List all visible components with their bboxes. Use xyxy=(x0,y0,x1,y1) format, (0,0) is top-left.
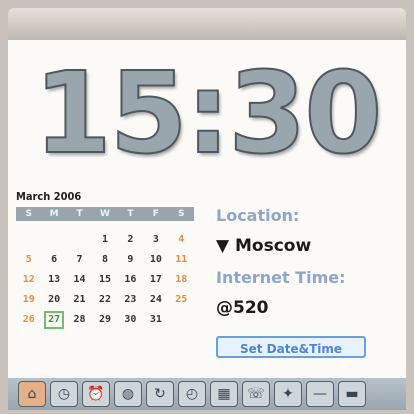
calendar-day[interactable]: 17 xyxy=(143,270,168,290)
app-screen: 15:30 March 2006 S M T W T F S 123456789… xyxy=(8,40,406,378)
calendar-day[interactable]: 18 xyxy=(169,270,194,290)
calendar-day[interactable]: 2 xyxy=(118,230,143,250)
calendar-empty-cell xyxy=(16,230,41,250)
set-datetime-button[interactable]: Set Date&Time xyxy=(216,336,366,358)
calendar-day[interactable]: 27 xyxy=(44,311,64,329)
calendar-day[interactable]: 15 xyxy=(92,270,117,290)
location-selector[interactable]: ▼ Moscow xyxy=(216,236,311,256)
alarm-icon[interactable]: ⏰ xyxy=(82,381,110,407)
calendar-day[interactable]: 10 xyxy=(143,250,168,270)
internet-time-value: @520 xyxy=(216,298,269,318)
internet-time-label: Internet Time: xyxy=(216,268,346,287)
calendar-weekday-header: S M T W T F S xyxy=(16,207,194,221)
settings-icon[interactable]: ✦ xyxy=(274,381,302,407)
calendar-day[interactable]: 31 xyxy=(143,310,168,330)
calendar-day[interactable]: 5 xyxy=(16,250,41,270)
calendar-day[interactable]: 24 xyxy=(143,290,168,310)
calendar-day[interactable]: 26 xyxy=(16,310,41,330)
sync-icon[interactable]: ↻ xyxy=(146,381,174,407)
location-label: Location: xyxy=(216,206,300,225)
calendar-day[interactable]: 20 xyxy=(41,290,66,310)
calendar-month-title: March 2006 xyxy=(16,190,82,203)
clock-icon[interactable]: ◷ xyxy=(50,381,78,407)
calendar-day[interactable]: 19 xyxy=(16,290,41,310)
calendar-day[interactable]: 4 xyxy=(169,230,194,250)
calendar-day[interactable]: 9 xyxy=(118,250,143,270)
weekday-label: T xyxy=(127,209,134,219)
calendar-day[interactable]: 7 xyxy=(67,250,92,270)
clock-display: 15:30 xyxy=(33,49,384,179)
weekday-label: S xyxy=(178,209,185,219)
close-icon[interactable]: ▬ xyxy=(338,381,366,407)
window-titlebar xyxy=(8,8,406,40)
world-icon[interactable]: ◍ xyxy=(114,381,142,407)
calendar-day[interactable]: 28 xyxy=(67,310,92,330)
triangle-down-icon: ▼ xyxy=(216,236,230,256)
calendar-day[interactable]: 30 xyxy=(118,310,143,330)
calendar-day[interactable]: 12 xyxy=(16,270,41,290)
calendar-day[interactable]: 1 xyxy=(92,230,117,250)
calendar-day[interactable]: 21 xyxy=(67,290,92,310)
calendar-day[interactable]: 8 xyxy=(92,250,117,270)
calendar-day[interactable]: 3 xyxy=(143,230,168,250)
weekday-label: M xyxy=(49,209,59,219)
phone-icon[interactable]: ☏ xyxy=(242,381,270,407)
calendar-empty-cell xyxy=(169,310,194,330)
weekday-label: T xyxy=(76,209,83,219)
minimize-icon[interactable]: — xyxy=(306,381,334,407)
calendar-day[interactable]: 29 xyxy=(92,310,117,330)
calendar-empty-cell xyxy=(67,230,92,250)
calendar-day[interactable]: 22 xyxy=(92,290,117,310)
calendar-day[interactable]: 16 xyxy=(118,270,143,290)
weekday-label: W xyxy=(100,209,110,219)
calendar-day[interactable]: 23 xyxy=(118,290,143,310)
weekday-label: F xyxy=(152,209,159,219)
location-value: Moscow xyxy=(235,236,312,256)
calendar-icon[interactable]: ▦ xyxy=(210,381,238,407)
weekday-label: S xyxy=(25,209,32,219)
calendar-empty-cell xyxy=(41,230,66,250)
calendar-day[interactable]: 14 xyxy=(67,270,92,290)
home-icon[interactable]: ⌂ xyxy=(18,381,46,407)
bottom-toolbar: ⌂ ◷ ⏰ ◍ ↻ ◴ ▦ ☏ ✦ — ▬ xyxy=(8,378,406,410)
calendar-day[interactable]: 11 xyxy=(169,250,194,270)
calendar-day[interactable]: 6 xyxy=(41,250,66,270)
calendar-grid: 1 2 3 4 5 6 7 8 9 10 11 12 13 14 15 16 17 18 19 20 21 22 23 24 2… xyxy=(16,230,194,330)
calendar-day[interactable]: 25 xyxy=(169,290,194,310)
timer-icon[interactable]: ◴ xyxy=(178,381,206,407)
calendar-day[interactable]: 13 xyxy=(41,270,66,290)
